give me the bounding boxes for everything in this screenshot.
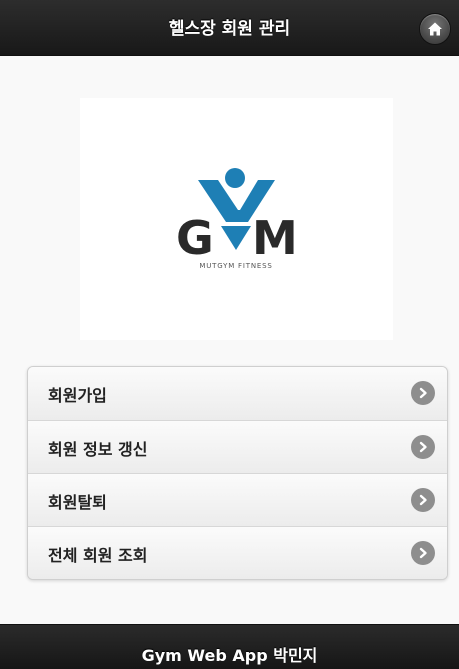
menu-item-label: 전체 회원 조회 — [48, 546, 148, 565]
chevron-right-icon — [411, 541, 435, 565]
menu-item-label: 회원탈퇴 — [48, 493, 107, 512]
logo-figure-head — [225, 168, 245, 188]
logo-letter-g: G — [176, 211, 214, 265]
footer-text: Gym Web App 박민지 — [141, 646, 318, 665]
home-icon — [427, 21, 443, 37]
logo-letter-m: M — [252, 211, 298, 265]
chevron-right-icon — [411, 381, 435, 405]
home-button[interactable] — [419, 13, 451, 45]
page-title: 헬스장 회원 관리 — [168, 19, 291, 39]
header-bar: 헬스장 회원 관리 — [0, 0, 459, 56]
logo-triangle — [221, 226, 251, 250]
gym-logo-panel: G M MUTGYM FITNESS — [80, 98, 393, 340]
menu-item-label: 회원 정보 갱신 — [48, 440, 148, 459]
footer-bar: Gym Web App 박민지 — [0, 624, 459, 669]
chevron-right-icon — [411, 488, 435, 512]
menu-item-update[interactable]: 회원 정보 갱신 — [28, 420, 447, 473]
chevron-right-icon — [411, 435, 435, 459]
menu-item-withdraw[interactable]: 회원탈퇴 — [28, 473, 447, 526]
logo-tagline: MUTGYM FITNESS — [199, 262, 272, 270]
menu-item-label: 회원가입 — [48, 386, 107, 405]
gym-logo: G M MUTGYM FITNESS — [176, 168, 298, 270]
menu-item-list-all[interactable]: 전체 회원 조회 — [28, 526, 447, 579]
main-menu: 회원가입 회원 정보 갱신 회원탈퇴 전체 회원 조회 — [27, 366, 448, 580]
app-page: 헬스장 회원 관리 G M MUTGYM FITNESS 회원가입 회원 정보 … — [0, 0, 459, 669]
menu-item-join[interactable]: 회원가입 — [28, 367, 447, 420]
